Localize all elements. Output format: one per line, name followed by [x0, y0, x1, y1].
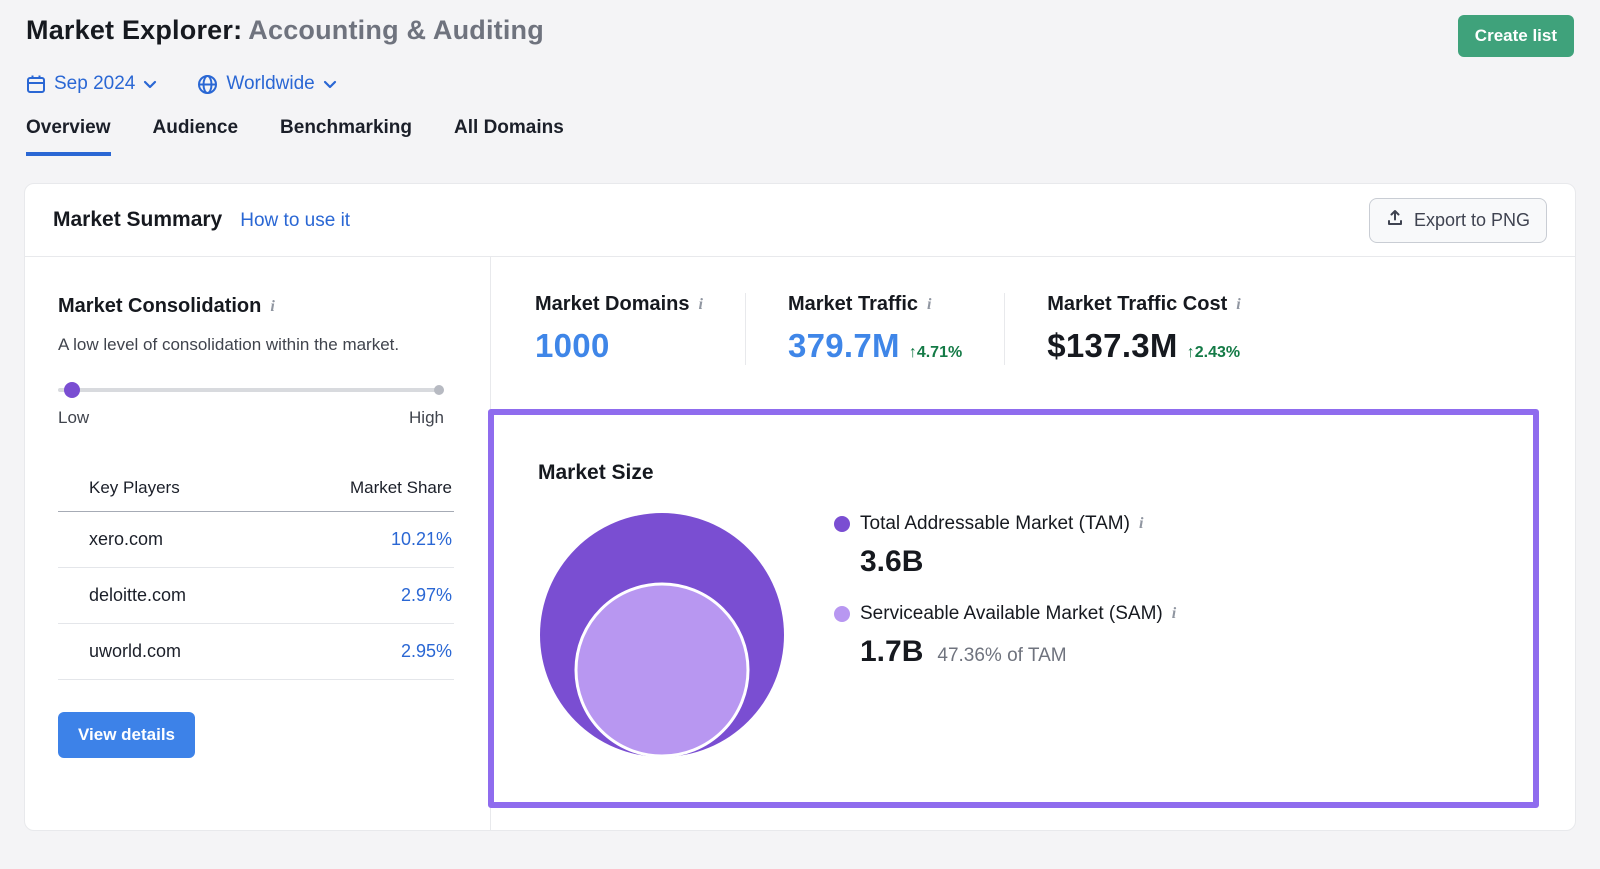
- sam-percent-of-tam: 47.36% of TAM: [937, 645, 1067, 666]
- page-title-market: Accounting & Auditing: [248, 15, 544, 45]
- info-icon[interactable]: i: [1139, 515, 1143, 533]
- consolidation-title: Market Consolidation: [58, 295, 262, 317]
- market-consolidation-section: Market Consolidation i A low level of co…: [25, 257, 491, 830]
- stat-value: 379.7M: [787, 327, 900, 364]
- sam-label: Serviceable Available Market (SAM): [860, 603, 1163, 624]
- export-icon: [1386, 209, 1404, 232]
- info-icon[interactable]: i: [1172, 605, 1176, 623]
- player-domain: deloitte.com: [89, 584, 187, 605]
- player-domain: xero.com: [89, 528, 164, 549]
- tab-audience[interactable]: Audience: [153, 117, 239, 156]
- table-row: deloitte.com 2.97%: [58, 568, 454, 624]
- stat-label: Market Domains: [535, 293, 690, 315]
- stat-label: Market Traffic Cost: [1047, 293, 1228, 315]
- sam-dot-icon: [834, 606, 850, 622]
- export-to-png-button[interactable]: Export to PNG: [1368, 197, 1547, 243]
- consolidation-slider: [58, 381, 444, 398]
- market-explorer-page: Market Explorer: Accounting & Auditing Cr…: [0, 0, 1600, 831]
- market-size-title: Market Size: [538, 461, 654, 484]
- player-share: 2.95%: [400, 640, 452, 661]
- tam-value: 3.6B: [860, 545, 924, 578]
- slider-track: [58, 387, 444, 392]
- stat-value: 1000: [535, 327, 610, 364]
- tab-all-domains[interactable]: All Domains: [454, 117, 564, 156]
- slider-labels: Low High: [58, 408, 444, 428]
- consolidation-title-row: Market Consolidation i: [58, 295, 490, 318]
- stat-market-domains: Market Domains i 1000: [491, 293, 745, 365]
- globe-icon: [197, 74, 218, 95]
- key-players-header: Key Players Market Share: [58, 478, 454, 512]
- info-icon[interactable]: i: [927, 296, 931, 314]
- how-to-use-link[interactable]: How to use it: [240, 210, 350, 232]
- stat-change: ↑4.71%: [908, 344, 963, 361]
- key-players-table: Key Players Market Share xero.com 10.21%…: [58, 478, 454, 680]
- stat-label: Market Traffic: [787, 293, 919, 315]
- filters-bar: Sep 2024 Worldwide: [24, 57, 1576, 95]
- player-share: 10.21%: [390, 528, 452, 549]
- tam-legend-row: Total Addressable Market (TAM) i: [834, 513, 1176, 535]
- date-filter-label: Sep 2024: [54, 73, 136, 94]
- tab-overview[interactable]: Overview: [26, 117, 111, 156]
- region-filter[interactable]: Worldwide: [197, 73, 336, 95]
- info-icon[interactable]: i: [270, 298, 274, 316]
- table-row: uworld.com 2.95%: [58, 624, 454, 680]
- stat-market-traffic-cost: Market Traffic Cost i $137.3M ↑2.43%: [1004, 293, 1283, 365]
- date-filter[interactable]: Sep 2024: [26, 73, 157, 95]
- page-title-prefix: Market Explorer:: [26, 15, 243, 45]
- market-size-legend: Total Addressable Market (TAM) i 3.6B Se…: [834, 511, 1176, 764]
- region-filter-label: Worldwide: [226, 73, 315, 94]
- view-details-button[interactable]: View details: [58, 711, 196, 758]
- stat-value: $137.3M: [1047, 327, 1178, 364]
- tam-label: Total Addressable Market (TAM): [860, 513, 1130, 534]
- sam-value: 1.7B: [860, 635, 924, 668]
- market-summary-card: Market Summary How to use it Export to P…: [24, 183, 1576, 831]
- key-players-column-header: Key Players: [89, 477, 180, 497]
- sam-legend-row: Serviceable Available Market (SAM) i: [834, 603, 1176, 625]
- card-title: Market Summary: [53, 208, 223, 231]
- chevron-down-icon: [143, 80, 157, 89]
- tab-benchmarking[interactable]: Benchmarking: [280, 117, 412, 156]
- export-button-label: Export to PNG: [1413, 209, 1530, 230]
- sam-circle: [574, 582, 750, 758]
- info-icon[interactable]: i: [699, 296, 703, 314]
- stat-market-traffic: Market Traffic i 379.7M ↑4.71%: [744, 293, 1004, 365]
- slider-end-dot: [434, 384, 444, 395]
- market-size-panel: Market Size Total Addressable Market (TA…: [488, 409, 1539, 808]
- tab-bar: Overview Audience Benchmarking All Domai…: [24, 95, 1576, 156]
- create-list-button[interactable]: Create list: [1457, 15, 1574, 57]
- card-body: Market Consolidation i A low level of co…: [25, 257, 1575, 830]
- chevron-down-icon: [323, 80, 337, 89]
- slider-high-label: High: [409, 407, 444, 427]
- slider-low-label: Low: [58, 407, 90, 427]
- table-row: xero.com 10.21%: [58, 512, 454, 568]
- player-share: 2.97%: [400, 584, 452, 605]
- info-icon[interactable]: i: [1236, 296, 1240, 314]
- tam-dot-icon: [834, 516, 850, 532]
- page-title: Market Explorer: Accounting & Auditing: [26, 15, 544, 46]
- consolidation-description: A low level of consolidation within the …: [58, 335, 400, 354]
- market-size-bubble-chart: [538, 511, 786, 764]
- stat-change: ↑2.43%: [1186, 344, 1241, 361]
- player-domain: uworld.com: [89, 640, 182, 661]
- market-share-column-header: Market Share: [349, 477, 452, 497]
- stats-row: Market Domains i 1000 Market Traffic i 3…: [491, 293, 1575, 365]
- calendar-icon: [26, 74, 46, 94]
- slider-handle[interactable]: [64, 381, 80, 398]
- card-header: Market Summary How to use it Export to P…: [25, 184, 1575, 257]
- top-header: Market Explorer: Accounting & Auditing Cr…: [24, 0, 1576, 57]
- market-metrics-section: Market Domains i 1000 Market Traffic i 3…: [488, 257, 1575, 830]
